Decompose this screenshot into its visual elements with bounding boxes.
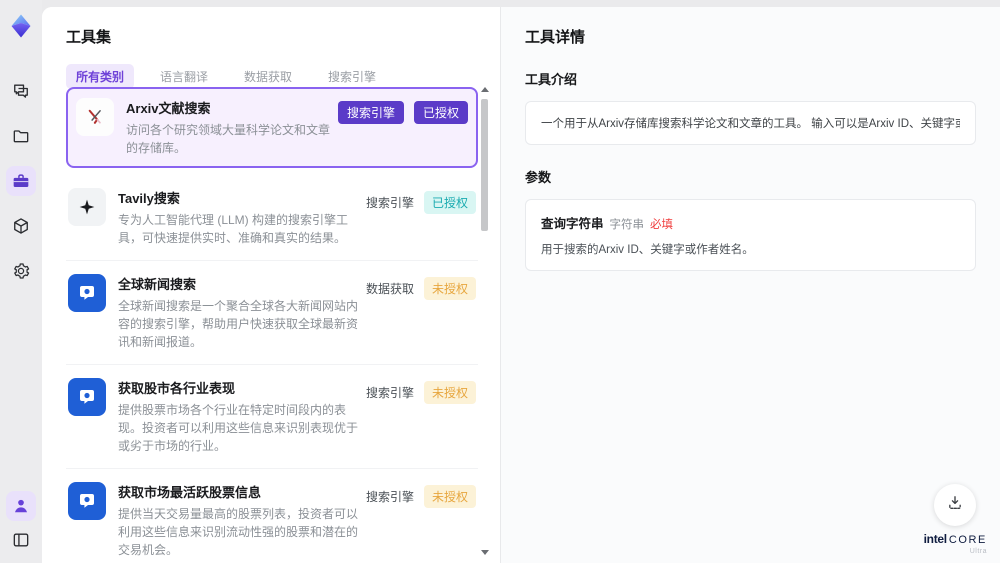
sidebar-item-user[interactable] (6, 491, 36, 521)
download-icon (945, 493, 965, 518)
param-box: 查询字符串 字符串 必填 用于搜索的Arxiv ID、关键字或作者姓名。 (525, 199, 976, 271)
tool-desc: 专为人工智能代理 (LLM) 构建的搜索引擎工具，可快速提供实时、准确和真实的结… (118, 213, 349, 245)
tool-text: 获取市场最活跃股票信息 提供当天交易量最高的股票列表，投资者可以利用这些信息来识… (118, 482, 366, 559)
tab-all-categories[interactable]: 所有类别 (66, 64, 135, 89)
tool-category-tag: 数据获取 (365, 282, 414, 296)
tool-tags: 数据获取 未授权 (366, 274, 476, 300)
tool-card[interactable]: 获取市场最活跃股票信息 提供当天交易量最高的股票列表，投资者可以利用这些信息来识… (66, 469, 478, 563)
tool-name: 获取股市各行业表现 (118, 381, 236, 396)
param-type: 字符串 (609, 219, 645, 231)
sidebar-item-panel-toggle[interactable] (6, 525, 36, 555)
tool-icon (68, 274, 106, 312)
tool-status-badge: 未授权 (423, 381, 476, 404)
tool-status-badge: 已授权 (423, 191, 476, 214)
tool-text: Arxiv文献搜索 访问各个研究领域大量科学论文和文章的存储库。 (126, 98, 338, 157)
sidebar-item-settings[interactable] (6, 256, 36, 286)
cube-icon (11, 216, 31, 236)
tool-name: 全球新闻搜索 (118, 277, 197, 292)
tool-collection-panel: 工具集 所有类别 语言翻译 数据获取 搜索引擎 Arxiv文献搜索 访问各个研究… (42, 7, 500, 563)
param-row: 查询字符串 字符串 必填 (541, 213, 960, 232)
folder-icon (11, 126, 31, 146)
tool-tags: 搜索引擎 未授权 (366, 378, 476, 404)
tool-icon (68, 378, 106, 416)
sidebar-item-toolbox[interactable] (6, 166, 36, 196)
sidebar-item-files[interactable] (6, 121, 36, 151)
rail-bottom (0, 491, 42, 555)
scroll-down-arrow[interactable] (481, 550, 489, 555)
intel-brand-text: intel (923, 532, 947, 546)
tool-desc: 访问各个研究领域大量科学论文和文章的存储库。 (126, 123, 331, 155)
tool-card[interactable]: 全球新闻搜索 全球新闻搜索是一个聚合全球各大新闻网站内容的搜索引擎，帮助用户快速… (66, 261, 478, 365)
scrollbar-thumb[interactable] (481, 99, 488, 231)
scroll-up-arrow[interactable] (481, 87, 489, 92)
tab-search-engine[interactable]: 搜索引擎 (318, 64, 386, 89)
core-sub-text: Ultra (969, 548, 987, 555)
tool-category-tag: 搜索引擎 (337, 101, 404, 124)
category-tabs: 所有类别 语言翻译 数据获取 搜索引擎 (66, 64, 500, 89)
tool-card[interactable]: Arxiv文献搜索 访问各个研究领域大量科学论文和文章的存储库。 搜索引擎 已授… (66, 87, 478, 168)
tool-text: 获取股市各行业表现 提供股票市场各个行业在特定时间段内的表现。投资者可以利用这些… (118, 378, 366, 455)
chat-icon (11, 81, 31, 101)
briefcase-icon (11, 171, 31, 191)
intel-core-logo: intel CORE Ultra (924, 531, 987, 555)
tool-status-badge: 已授权 (413, 101, 468, 124)
user-icon (11, 496, 31, 516)
tab-language-translation[interactable]: 语言翻译 (150, 64, 218, 89)
intro-heading: 工具介绍 (525, 72, 578, 87)
corner-widgets: intel CORE Ultra (924, 484, 987, 555)
core-brand-text: CORE (948, 534, 987, 546)
tool-text: Tavily搜索 专为人工智能代理 (LLM) 构建的搜索引擎工具，可快速提供实… (118, 188, 366, 247)
download-button[interactable] (934, 484, 977, 526)
tool-desc: 全球新闻搜索是一个聚合全球各大新闻网站内容的搜索引擎，帮助用户快速获取全球最新资… (118, 299, 359, 349)
tool-icon (68, 188, 106, 226)
tool-category-tag: 搜索引擎 (365, 386, 414, 400)
tool-status-badge: 未授权 (423, 277, 476, 300)
tool-tags: 搜索引擎 未授权 (366, 482, 476, 508)
tool-status-badge: 未授权 (423, 485, 476, 508)
intro-box: 一个用于从Arxiv存储库搜索科学论文和文章的工具。 输入可以是Arxiv ID… (525, 101, 976, 145)
tool-icon (68, 482, 106, 520)
tool-card[interactable]: Tavily搜索 专为人工智能代理 (LLM) 构建的搜索引擎工具，可快速提供实… (66, 175, 478, 261)
params-heading: 参数 (525, 170, 552, 185)
tool-name: Arxiv文献搜索 (126, 101, 211, 116)
intro-text: 一个用于从Arxiv存储库搜索科学论文和文章的工具。 输入可以是Arxiv ID… (541, 118, 960, 130)
panel-toggle-icon (11, 530, 31, 550)
app-logo-icon (7, 12, 35, 40)
tool-desc: 提供股票市场各个行业在特定时间段内的表现。投资者可以利用这些信息来识别表现优于或… (118, 403, 359, 453)
tool-card[interactable]: 获取股市各行业表现 提供股票市场各个行业在特定时间段内的表现。投资者可以利用这些… (66, 365, 478, 469)
tool-text: 全球新闻搜索 全球新闻搜索是一个聚合全球各大新闻网站内容的搜索引擎，帮助用户快速… (118, 274, 366, 351)
left-rail (0, 0, 42, 563)
tool-tags: 搜索引擎 已授权 (366, 188, 476, 214)
scrollbar (480, 87, 489, 555)
tool-details-panel: 工具详情 工具介绍 一个用于从Arxiv存储库搜索科学论文和文章的工具。 输入可… (500, 7, 1000, 563)
tool-category-tag: 搜索引擎 (365, 490, 414, 504)
main-sheet: 工具集 所有类别 语言翻译 数据获取 搜索引擎 Arxiv文献搜索 访问各个研究… (42, 7, 1000, 563)
tool-list: Arxiv文献搜索 访问各个研究领域大量科学论文和文章的存储库。 搜索引擎 已授… (66, 87, 478, 563)
tool-tags: 搜索引擎 已授权 (337, 98, 468, 124)
page-title: 工具集 (66, 29, 112, 46)
param-desc: 用于搜索的Arxiv ID、关键字或作者姓名。 (541, 244, 754, 256)
param-required-badge: 必填 (650, 219, 674, 231)
gear-icon (11, 261, 31, 281)
tool-category-tag: 搜索引擎 (365, 196, 414, 210)
tab-data-fetch[interactable]: 数据获取 (234, 64, 302, 89)
param-name: 查询字符串 (541, 217, 604, 231)
sidebar-item-chat[interactable] (6, 76, 36, 106)
sidebar-item-models[interactable] (6, 211, 36, 241)
tool-icon (76, 98, 114, 136)
tool-name: Tavily搜索 (118, 191, 180, 206)
tool-name: 获取市场最活跃股票信息 (118, 485, 262, 500)
tool-desc: 提供当天交易量最高的股票列表，投资者可以利用这些信息来识别流动性强的股票和潜在的… (118, 507, 359, 557)
rail-nav (6, 76, 36, 286)
details-title: 工具详情 (525, 29, 586, 46)
